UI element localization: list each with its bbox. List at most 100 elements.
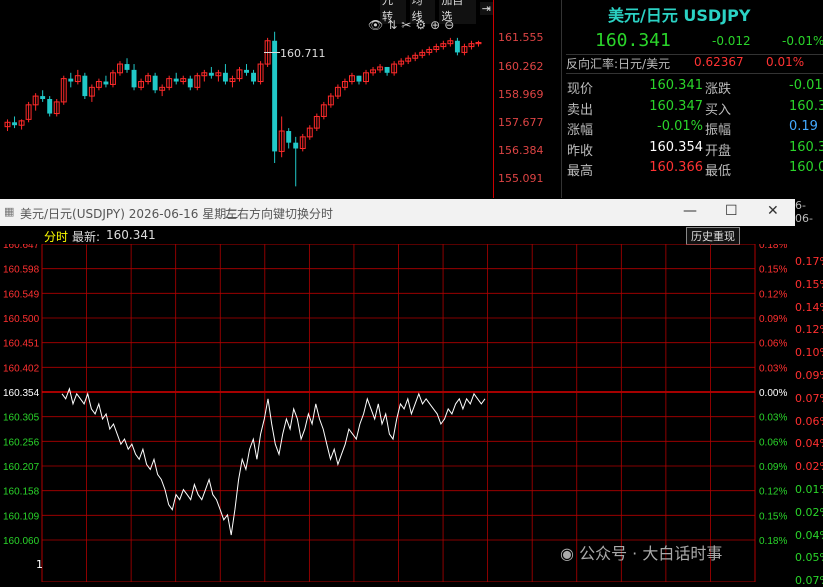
quote-title: 美元/日元 USDJPY: [608, 6, 751, 25]
y-tick-label: 160.500: [3, 314, 40, 325]
pct-tick-label: 0.06%: [759, 339, 787, 350]
y-tick-label: 160.060: [3, 536, 40, 547]
quote-panel: 美元/日元 USDJPY 160.341 -0.012 -0.01% 反向汇率:…: [561, 0, 823, 198]
cross-rate-row: 反向汇率:日元/美元 0.62367 0.01%: [566, 54, 823, 74]
history-replay-button[interactable]: 历史重现: [686, 227, 740, 245]
popup-hint: 左右方向键切换分时: [225, 207, 334, 221]
candle-body: [244, 69, 249, 73]
y-tick-label: 160.451: [3, 339, 40, 350]
candle-body: [384, 66, 390, 73]
pct-tick-label: 0.09%: [759, 314, 787, 325]
y-tick-label: 160.647: [3, 244, 40, 251]
candle-body: [454, 40, 460, 53]
pct-tick-label: 0.06%: [759, 437, 787, 448]
top-toolbar: 九转 均线 加自选 ⇥: [380, 0, 494, 24]
latest-label: 最新:: [72, 230, 101, 244]
top-icon-row: 👁 ⇅ ✂ ⚙ ⊕ ⊖: [368, 18, 454, 32]
quote-row: 现价 160.341 涨跌 -0.01: [567, 78, 823, 98]
candle-body: [356, 75, 362, 82]
price-tick: 160.262: [498, 60, 544, 73]
right-partial-axis: 6-06- 0.17% 0.15% 0.14% 0.12% 0.10% 0.09% 0.07…: [795, 199, 823, 587]
quote-value: 160.354: [649, 139, 703, 155]
candle-body: [251, 72, 257, 82]
quote-key: 最低: [705, 164, 732, 179]
tab-intraday[interactable]: 分时: [44, 228, 68, 245]
y-tick-label: 160.549: [3, 289, 40, 300]
cross-rate-value: 0.62367: [694, 55, 744, 69]
candle-body: [286, 131, 292, 143]
intraday-svg: 160.647 0.18% 160.598 0.15% 160.549 0.12% 160.…: [3, 240, 787, 583]
strip-tick-label: 0.15%: [795, 277, 823, 291]
popup-titlebar[interactable]: ▦ 美元/日元(USDJPY) 2026-06-16 星期二 左右方向键切换分时…: [0, 199, 795, 226]
y-tick-label: 160.598: [3, 265, 40, 276]
y-tick-label: 160.305: [3, 413, 40, 424]
strip-tick-label: 0.07%: [795, 574, 823, 587]
quote-key: 卖出: [567, 102, 594, 118]
strip-tick-label: 0.04%: [795, 437, 823, 451]
peak-price-label: 160.711: [280, 47, 326, 60]
peak-pointer-line: [264, 52, 280, 53]
quote-row: 卖出 160.347买入 160.33: [567, 99, 823, 119]
strip-tick-label: 0.02%: [795, 460, 823, 474]
pct-tick-label: 0.12%: [759, 289, 787, 300]
exit-icon[interactable]: ⇥: [479, 1, 494, 15]
quote-row: 涨幅 -0.01% 振幅 0.19: [567, 119, 823, 139]
eye-icon[interactable]: 👁: [368, 18, 383, 32]
intraday-plot[interactable]: 160.647 0.18% 160.598 0.15% 160.549 0.12% 160.…: [0, 240, 795, 583]
cross-rate-pair: 日元/美元: [618, 57, 671, 71]
quote-value: 160.366: [649, 160, 703, 175]
candle-body: [173, 78, 179, 82]
maximize-button[interactable]: ☐: [725, 203, 738, 219]
candle-body: [12, 122, 18, 126]
quote-key: 现价: [567, 82, 594, 97]
popup-title: 美元/日元(USDJPY) 2026-06-16 星期二: [20, 207, 239, 221]
sort-icon[interactable]: ⇅: [387, 18, 397, 32]
quote-change: -0.012: [712, 34, 751, 48]
zoom-out-icon[interactable]: ⊖: [444, 18, 454, 32]
price-line: [61, 386, 486, 536]
quote-key: 涨幅: [567, 123, 594, 138]
y-tick-label: 160.402: [3, 363, 40, 374]
pct-tick-label: 0.12%: [759, 487, 787, 498]
close-button[interactable]: ✕: [767, 203, 779, 219]
quote-key: 振幅: [705, 123, 732, 138]
price-tick: 157.677: [498, 116, 544, 129]
quote-value: 160.06: [789, 160, 823, 175]
scissors-icon[interactable]: ✂: [401, 18, 411, 32]
candle-body: [208, 72, 214, 76]
candle-body: [131, 69, 137, 88]
strip-tick-label: 0.04%: [795, 528, 823, 542]
quote-change-pct: -0.01%: [782, 34, 823, 48]
top-candlestick-chart[interactable]: 九转 均线 加自选 ⇥ 👁 ⇅ ✂ ⚙ ⊕ ⊖ 160.711: [0, 0, 494, 198]
strip-tick-label: 0.09%: [795, 369, 823, 382]
y-tick-label: 160.109: [3, 511, 40, 522]
y-tick-label: 160.207: [3, 462, 40, 473]
quote-key: 买入: [705, 102, 732, 118]
pct-tick-label: 0.15%: [759, 511, 787, 522]
pct-tick-label: 0.09%: [759, 462, 787, 473]
candle-body: [103, 81, 109, 85]
wechat-icon: ◉: [560, 544, 574, 563]
settings-icon[interactable]: ⚙: [415, 18, 426, 32]
y-tick-label: 160.354: [3, 388, 40, 399]
quote-row: 最高 160.366最低 160.06: [567, 160, 823, 180]
date-fragment: 6-06-: [795, 199, 813, 225]
price-tick: 158.969: [498, 88, 544, 101]
strip-tick-label: 0.17%: [795, 255, 823, 268]
strip-tick-label: 0.10%: [795, 346, 823, 360]
pct-tick-label: 0.18%: [759, 536, 787, 547]
top-price-axis: 161.555 160.262 158.969 157.677 156.384 …: [493, 0, 561, 198]
plot-header: 分时 最新: 160.341 历史重现: [0, 226, 795, 245]
pct-tick-label: 0.03%: [759, 413, 787, 424]
pct-tick-label: 0.03%: [759, 363, 787, 374]
y-tick-label: 160.158: [3, 487, 40, 498]
strip-tick-label: 0.14%: [795, 300, 823, 314]
bottom-tick-label: 1: [36, 558, 43, 571]
cross-rate-label: 反向汇率:: [566, 57, 619, 71]
y-tick-label: 160.256: [3, 437, 40, 448]
window-menu-icon[interactable]: ▦: [4, 205, 14, 218]
zoom-in-icon[interactable]: ⊕: [430, 18, 440, 32]
minimize-button[interactable]: —: [683, 203, 697, 219]
latest-value: 160.341: [106, 228, 156, 242]
quote-value: -0.01%: [657, 119, 703, 134]
